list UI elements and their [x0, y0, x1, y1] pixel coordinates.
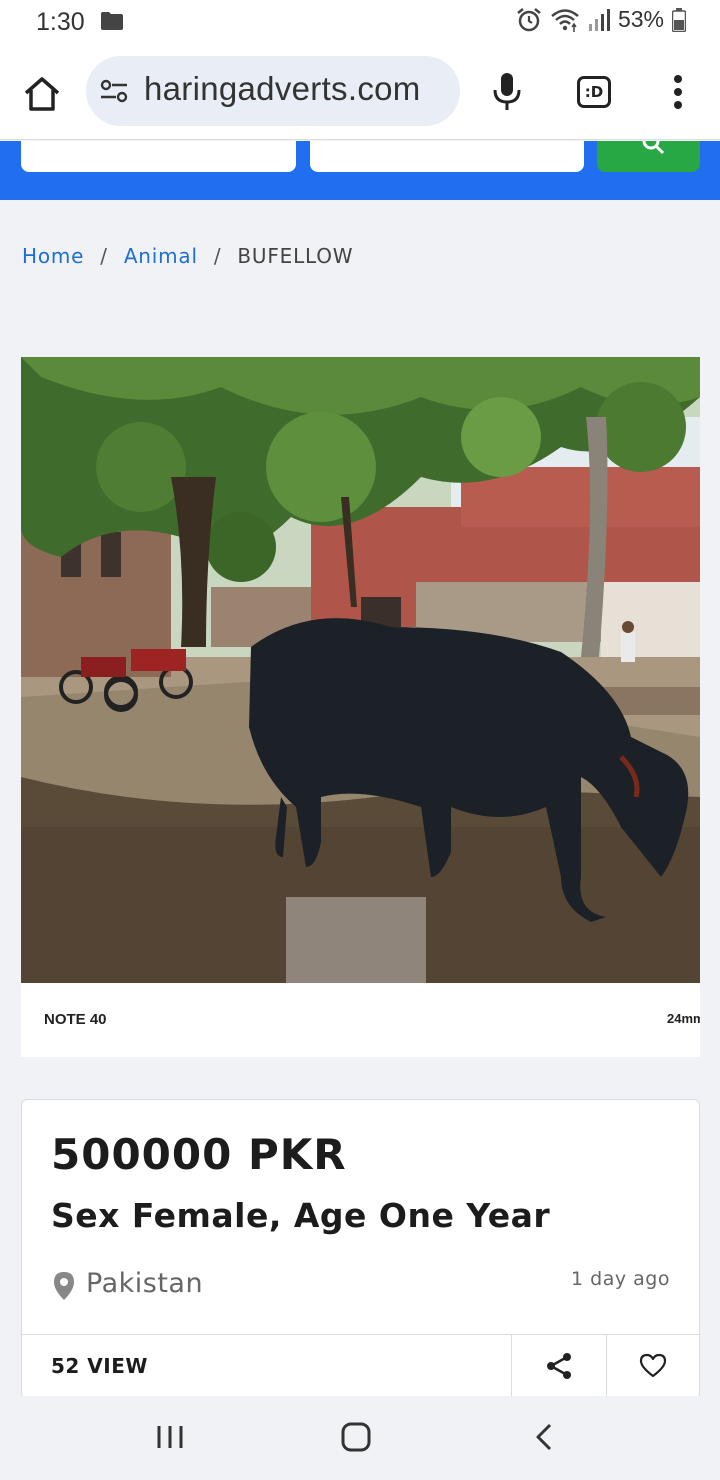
breadcrumb-separator: /	[100, 244, 108, 268]
alarm-icon	[517, 7, 541, 31]
breadcrumb-home[interactable]: Home	[22, 244, 84, 268]
status-bar: 1:30 53%	[0, 0, 720, 44]
photo-caption-device: NOTE 40	[44, 1011, 107, 1028]
more-vert-icon[interactable]	[670, 74, 686, 110]
breadcrumb-separator: /	[213, 244, 222, 268]
photo-caption-lens: 24mm	[667, 1011, 700, 1026]
listing-posted-time: 1 day ago	[571, 1268, 670, 1290]
listing-title: Sex Female, Age One Year	[51, 1196, 551, 1235]
folder-icon	[101, 12, 123, 30]
signal-icon	[588, 8, 610, 31]
listing-price: 500000 PKR	[51, 1130, 347, 1179]
search-button[interactable]	[597, 141, 700, 172]
nav-home-icon[interactable]	[341, 1422, 371, 1452]
listing-photo[interactable]	[21, 357, 700, 983]
browser-toolbar: haringadverts.com :D	[0, 44, 720, 140]
url-bar[interactable]: haringadverts.com	[86, 56, 460, 126]
location-pin-icon	[54, 1272, 74, 1300]
card-divider	[22, 1334, 699, 1335]
wifi-icon	[551, 8, 579, 32]
tab-switcher-icon[interactable]: :D	[577, 76, 611, 108]
battery-icon	[672, 7, 686, 32]
search-icon	[642, 141, 665, 155]
listing-view-count: 52 VIEW	[51, 1354, 148, 1378]
listing-location: Pakistan	[86, 1268, 204, 1299]
listing-photo-card: NOTE 40 24mm	[21, 357, 700, 1057]
battery-percent: 53%	[617, 6, 664, 32]
search-strip	[0, 141, 720, 200]
breadcrumb-category[interactable]: Animal	[124, 244, 198, 268]
search-location-field[interactable]	[310, 141, 584, 172]
heart-icon[interactable]	[639, 1352, 667, 1380]
breadcrumb-current: BUFELLOW	[237, 244, 354, 268]
back-icon[interactable]	[533, 1422, 555, 1452]
system-nav-bar	[0, 1396, 720, 1480]
search-keyword-field[interactable]	[21, 141, 296, 172]
home-icon[interactable]	[22, 74, 62, 114]
url-text[interactable]: haringadverts.com	[144, 70, 421, 108]
status-time: 1:30	[36, 8, 85, 36]
recent-apps-icon[interactable]	[155, 1424, 185, 1450]
listing-detail-card: 500000 PKR Sex Female, Age One Year Paki…	[21, 1099, 700, 1399]
card-divider	[606, 1334, 607, 1398]
card-divider	[511, 1334, 512, 1398]
mic-icon[interactable]	[492, 72, 522, 112]
breadcrumb: Home / Animal / BUFELLOW	[22, 244, 353, 268]
status-icons: 53%	[516, 6, 686, 33]
site-settings-icon[interactable]	[100, 79, 128, 103]
share-icon[interactable]	[545, 1352, 573, 1380]
